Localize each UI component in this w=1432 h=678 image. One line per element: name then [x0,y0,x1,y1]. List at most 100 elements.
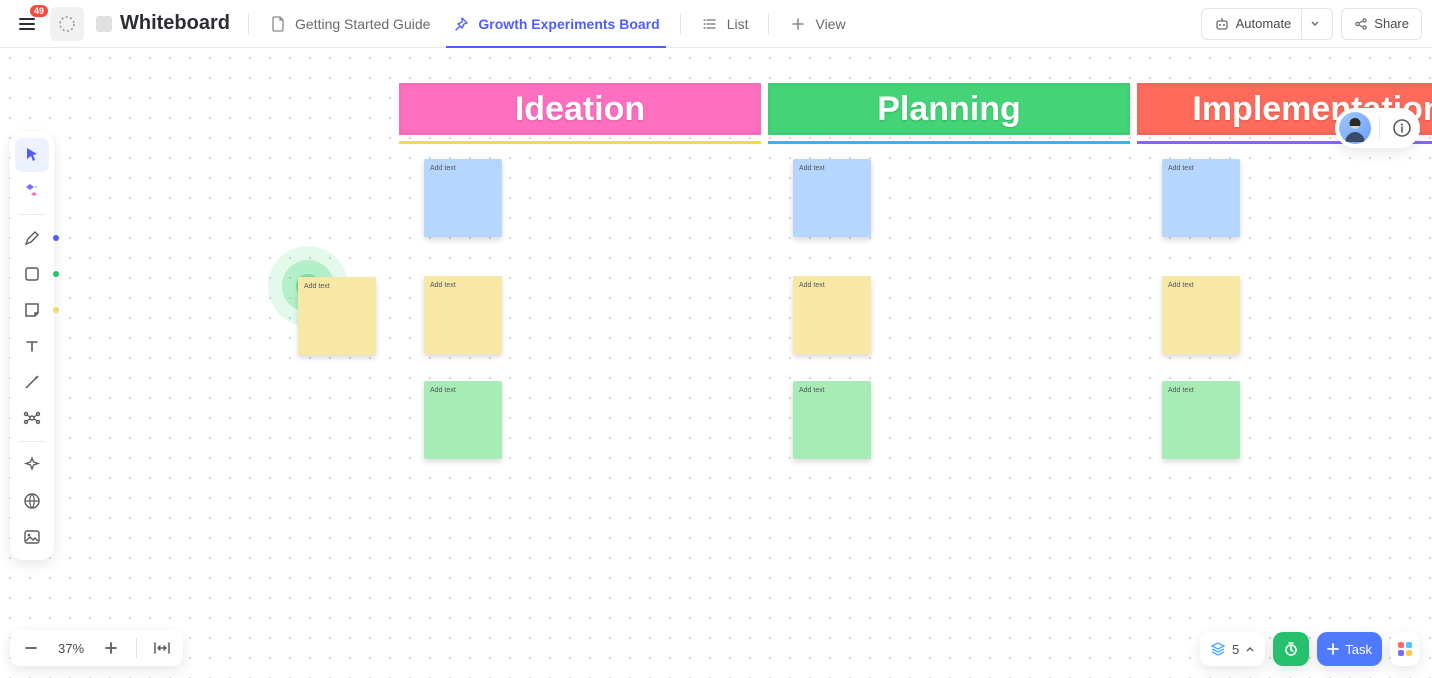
sticky-tool[interactable] [15,293,49,327]
sparkle-icon [23,456,41,474]
top-bar: 49 Whiteboard Getting Started Guide Grow… [0,0,1432,48]
board-column: Planning Add textAdd textAdd text [768,83,1130,144]
whiteboard-context-button[interactable] [50,7,84,41]
bottom-right-bar: 5 Task [1200,632,1420,666]
dashed-circle-icon [58,15,76,33]
info-button[interactable] [1388,114,1416,142]
ai-shapes-tool[interactable] [15,174,49,208]
tab-getting-started[interactable]: Getting Started Guide [261,1,438,47]
info-icon [1392,118,1412,138]
sticky-note[interactable]: Add text [793,381,871,459]
tab-list[interactable]: List [693,1,757,47]
text-tool[interactable] [15,329,49,363]
automate-label: Automate [1236,16,1292,31]
shape-tool[interactable] [15,257,49,291]
sticky-placeholder: Add text [1168,387,1194,394]
canvas-top-right [1335,108,1420,148]
divider [248,13,249,35]
tab-growth-board[interactable]: Growth Experiments Board [444,1,667,47]
divider [136,638,137,658]
board-column: Ideation Add textAdd textAdd text [399,83,761,144]
column-header[interactable]: Ideation [399,83,761,135]
chevron-up-icon [1245,644,1255,654]
robot-icon [1214,16,1230,32]
sticky-placeholder: Add text [430,165,456,172]
color-indicator [53,235,59,241]
image-tool[interactable] [15,520,49,554]
sticky-note-loose[interactable]: Add text [298,277,376,355]
minus-icon [24,641,38,655]
sticky-note[interactable]: Add text [1162,159,1240,237]
select-tool[interactable] [15,138,49,172]
document-color-swatch [96,16,112,32]
sticky-placeholder: Add text [1168,165,1194,172]
mindmap-tool[interactable] [15,401,49,435]
timer-button[interactable] [1273,632,1309,666]
automate-caret[interactable] [1301,9,1320,39]
share-button[interactable]: Share [1341,8,1422,40]
sticky-note[interactable]: Add text [793,276,871,354]
sticky-note[interactable]: Add text [424,381,502,459]
add-task-button[interactable]: Task [1317,632,1382,666]
pin-icon [452,15,470,33]
task-label: Task [1345,642,1372,657]
sticky-note[interactable]: Add text [424,159,502,237]
image-icon [23,528,41,546]
sticky-placeholder: Add text [430,282,456,289]
user-avatar[interactable] [1339,112,1371,144]
sticky-note[interactable]: Add text [793,159,871,237]
automate-button[interactable]: Automate [1201,8,1334,40]
web-tool[interactable] [15,484,49,518]
sticky-placeholder: Add text [799,165,825,172]
tab-label: Growth Experiments Board [478,16,659,32]
avatar-icon [1339,112,1371,144]
text-icon [23,337,41,355]
add-view-label: View [815,16,845,32]
plus-icon [104,641,118,655]
pen-tool[interactable] [15,221,49,255]
toolbox [10,132,54,560]
zoom-fit-button[interactable] [145,634,179,662]
plus-icon [1327,643,1339,655]
add-view-button[interactable]: View [781,1,853,47]
stopwatch-icon [1283,641,1299,657]
document-title-wrap[interactable]: Whiteboard [90,12,236,35]
color-indicator [53,271,59,277]
doc-icon [269,15,287,33]
chevron-down-icon [1310,19,1320,29]
connector-tool[interactable] [15,365,49,399]
menu-button[interactable]: 49 [10,7,44,41]
layers-count: 5 [1232,642,1239,657]
tab-label: List [727,16,749,32]
connector-icon [23,373,41,391]
ai-tool[interactable] [15,448,49,482]
list-icon [701,15,719,33]
sticky-placeholder: Add text [304,283,330,290]
toolbox-divider [18,441,46,442]
zoom-out-button[interactable] [14,634,48,662]
sticky-note[interactable]: Add text [1162,381,1240,459]
sticky-note[interactable]: Add text [424,276,502,354]
sticky-note[interactable]: Add text [1162,276,1240,354]
zoom-percent[interactable]: 37% [52,641,90,656]
notification-badge: 49 [30,5,48,17]
apps-grid-icon [1398,642,1412,656]
toolbox-divider [18,214,46,215]
zoom-in-button[interactable] [94,634,128,662]
share-icon [1354,17,1368,31]
apps-button[interactable] [1390,632,1420,666]
square-icon [23,265,41,283]
column-body[interactable]: Add textAdd textAdd text [399,141,761,144]
menu-icon [18,15,36,33]
mindmap-icon [23,409,41,427]
column-body[interactable]: Add textAdd textAdd text [768,141,1130,144]
canvas[interactable]: IdeationAdd textAdd textAdd textPlanning… [0,48,1432,678]
column-header[interactable]: Planning [768,83,1130,135]
sticky-icon [23,301,41,319]
cursor-icon [23,146,41,164]
sticky-placeholder: Add text [799,282,825,289]
globe-icon [23,492,41,510]
color-indicator [53,307,59,313]
layers-stack-button[interactable]: 5 [1200,632,1265,666]
sticky-placeholder: Add text [1168,282,1194,289]
